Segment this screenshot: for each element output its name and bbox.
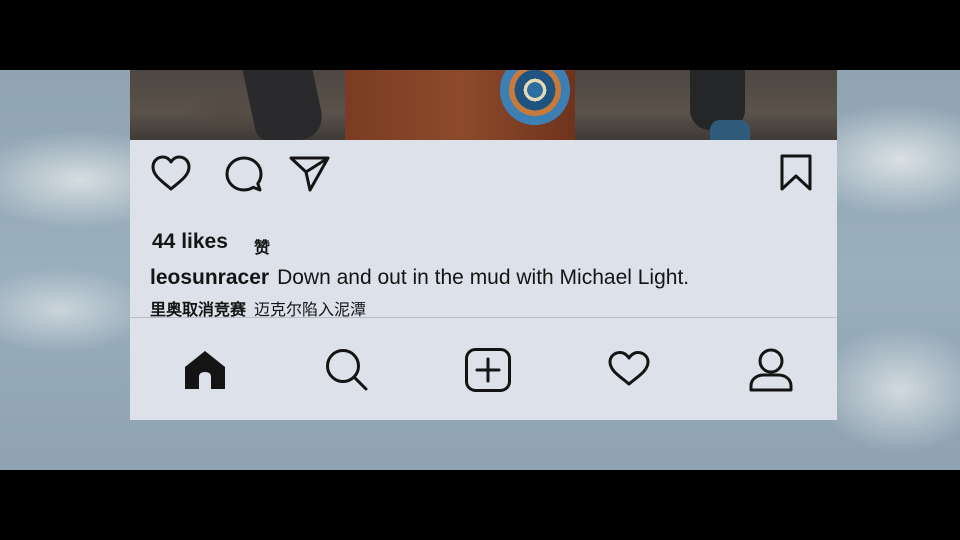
save-button[interactable] bbox=[778, 153, 814, 193]
post-photo bbox=[130, 70, 837, 140]
search-icon bbox=[326, 349, 368, 391]
profile-icon bbox=[749, 348, 793, 392]
likes-count[interactable]: 44 likes bbox=[152, 230, 228, 254]
photo-leg-left bbox=[242, 70, 328, 140]
letterbox-top bbox=[0, 0, 960, 70]
post-panel: 44 likes 赞 leosunracer Down and out in th… bbox=[130, 140, 837, 420]
comment-button[interactable] bbox=[224, 155, 264, 195]
caption-username[interactable]: leosunracer bbox=[150, 266, 269, 289]
like-button[interactable] bbox=[150, 154, 192, 194]
share-button[interactable] bbox=[288, 154, 332, 194]
heart-icon bbox=[151, 155, 191, 191]
bookmark-icon bbox=[780, 154, 812, 191]
send-icon bbox=[289, 156, 330, 192]
post-caption: leosunracer Down and out in the mud with … bbox=[150, 266, 830, 290]
likes-subtitle: 赞 bbox=[254, 240, 271, 257]
nav-profile[interactable] bbox=[748, 347, 794, 393]
letterbox-bottom bbox=[0, 470, 960, 540]
comment-icon bbox=[225, 156, 263, 192]
nav-search[interactable] bbox=[324, 347, 370, 393]
activity-heart-icon bbox=[608, 351, 650, 386]
photo-shoe bbox=[710, 120, 750, 140]
nav-divider bbox=[130, 317, 837, 318]
nav-home[interactable] bbox=[182, 348, 228, 392]
caption-text: Down and out in the mud with Michael Lig… bbox=[277, 266, 690, 289]
nav-new-post[interactable] bbox=[464, 347, 512, 393]
nav-activity[interactable] bbox=[607, 350, 651, 388]
add-post-icon bbox=[465, 348, 511, 392]
home-icon bbox=[185, 351, 225, 389]
